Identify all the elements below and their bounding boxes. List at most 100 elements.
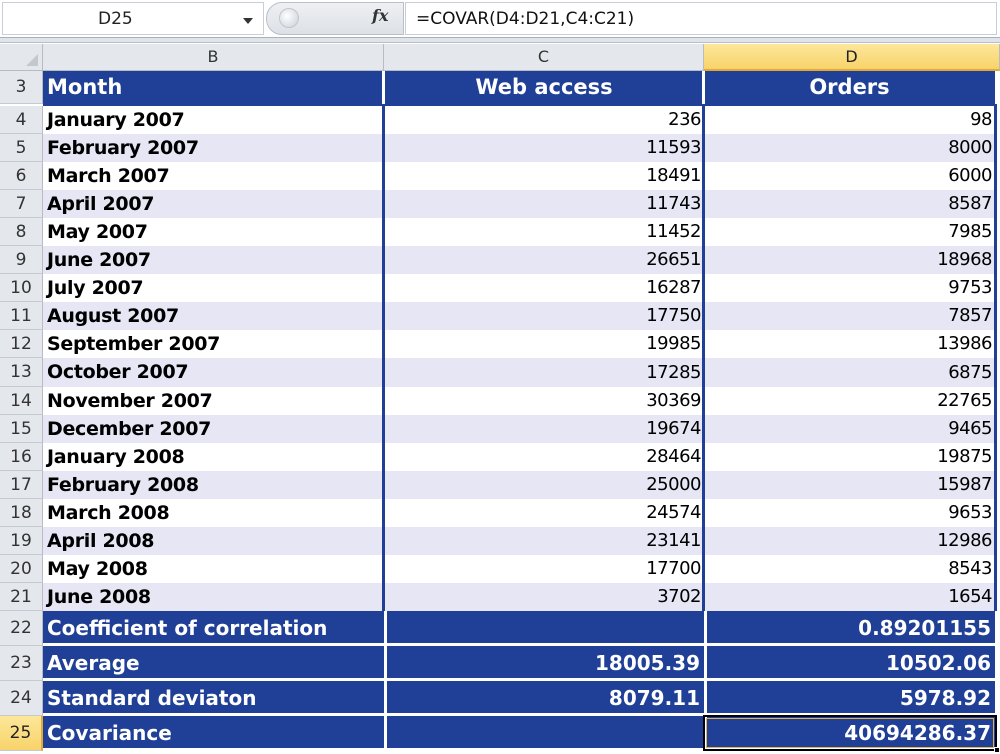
row-header[interactable]: 3 bbox=[0, 71, 43, 104]
row-header[interactable]: 15 bbox=[0, 415, 43, 443]
stat-web-access[interactable]: 8079.11 bbox=[384, 681, 704, 716]
row-header[interactable]: 20 bbox=[0, 555, 43, 583]
cell-month[interactable]: February 2008 bbox=[43, 471, 384, 499]
cell-month[interactable]: July 2007 bbox=[43, 274, 384, 302]
cell-month[interactable]: January 2008 bbox=[43, 443, 384, 471]
column-header-d[interactable]: D bbox=[704, 44, 1000, 71]
cell-web-access[interactable]: 17750 bbox=[384, 302, 704, 330]
cell-orders[interactable]: 98 bbox=[704, 106, 995, 134]
cell-month[interactable]: September 2007 bbox=[43, 330, 384, 358]
cell-web-access[interactable]: 25000 bbox=[384, 471, 704, 499]
cell-orders[interactable]: 18968 bbox=[704, 246, 995, 274]
row-header[interactable]: 6 bbox=[0, 162, 43, 190]
stat-orders[interactable]: 5978.92 bbox=[704, 681, 995, 716]
cell-web-access[interactable]: 24574 bbox=[384, 499, 704, 527]
cell-month[interactable]: August 2007 bbox=[43, 302, 384, 330]
cell-month[interactable]: April 2007 bbox=[43, 190, 384, 218]
stat-web-access[interactable] bbox=[384, 611, 704, 646]
stat-label[interactable]: Covariance bbox=[43, 716, 384, 751]
cell-web-access[interactable]: 11593 bbox=[384, 134, 704, 162]
stat-label[interactable]: Coefficient of correlation bbox=[43, 611, 384, 646]
row-header[interactable]: 25 bbox=[0, 716, 43, 751]
cell-orders[interactable]: 9653 bbox=[704, 499, 995, 527]
cell-web-access[interactable]: 17700 bbox=[384, 555, 704, 583]
row-header[interactable]: 22 bbox=[0, 611, 43, 646]
stat-label[interactable]: Standard deviaton bbox=[43, 681, 384, 716]
cell-orders[interactable]: 22765 bbox=[704, 387, 995, 415]
cell-month[interactable]: April 2008 bbox=[43, 527, 384, 555]
cell-orders[interactable]: 9753 bbox=[704, 274, 995, 302]
cell-orders[interactable]: 8000 bbox=[704, 134, 995, 162]
cell-orders[interactable]: 1654 bbox=[704, 583, 995, 611]
cell-web-access[interactable]: 19674 bbox=[384, 415, 704, 443]
row-header[interactable]: 5 bbox=[0, 134, 43, 162]
fill-handle[interactable] bbox=[994, 747, 1000, 753]
row-header[interactable]: 19 bbox=[0, 527, 43, 555]
row-header[interactable]: 17 bbox=[0, 471, 43, 499]
cell-web-access[interactable]: 236 bbox=[384, 106, 704, 134]
stat-orders[interactable]: 0.89201155 bbox=[704, 611, 995, 646]
cell-month[interactable]: May 2008 bbox=[43, 555, 384, 583]
row-header[interactable]: 14 bbox=[0, 387, 43, 415]
row-header[interactable]: 10 bbox=[0, 274, 43, 302]
cell-orders[interactable]: 19875 bbox=[704, 443, 995, 471]
chevron-down-icon[interactable] bbox=[243, 18, 253, 24]
cell-web-access[interactable]: 16287 bbox=[384, 274, 704, 302]
cell-orders[interactable]: 7857 bbox=[704, 302, 995, 330]
stat-label[interactable]: Average bbox=[43, 646, 384, 681]
splitter-handle-icon[interactable] bbox=[279, 8, 299, 28]
cell-web-access[interactable]: 11452 bbox=[384, 218, 704, 246]
cell-orders[interactable]: 13986 bbox=[704, 330, 995, 358]
cell-web-access[interactable]: 19985 bbox=[384, 330, 704, 358]
cell-month[interactable]: November 2007 bbox=[43, 387, 384, 415]
stat-web-access[interactable]: 18005.39 bbox=[384, 646, 704, 681]
cell-month[interactable]: December 2007 bbox=[43, 415, 384, 443]
row-header[interactable]: 23 bbox=[0, 646, 43, 681]
stat-web-access[interactable] bbox=[384, 716, 704, 751]
cell-web-access[interactable]: 28464 bbox=[384, 443, 704, 471]
header-cell-orders[interactable]: Orders bbox=[704, 71, 995, 104]
cell-web-access[interactable]: 3702 bbox=[384, 583, 704, 611]
insert-function-icon[interactable]: fx bbox=[372, 6, 388, 25]
row-header[interactable]: 13 bbox=[0, 358, 43, 387]
cell-orders[interactable]: 6000 bbox=[704, 162, 995, 190]
cell-web-access[interactable]: 18491 bbox=[384, 162, 704, 190]
cell-web-access[interactable]: 26651 bbox=[384, 246, 704, 274]
cell-orders[interactable]: 6875 bbox=[704, 358, 995, 387]
cell-web-access[interactable]: 11743 bbox=[384, 190, 704, 218]
row-header[interactable]: 8 bbox=[0, 218, 43, 246]
row-header[interactable]: 18 bbox=[0, 499, 43, 527]
cell-orders[interactable]: 8587 bbox=[704, 190, 995, 218]
column-header-c[interactable]: C bbox=[384, 44, 704, 71]
header-cell-month[interactable]: Month bbox=[43, 71, 384, 104]
cell-orders[interactable]: 12986 bbox=[704, 527, 995, 555]
row-header[interactable]: 9 bbox=[0, 246, 43, 274]
cell-month[interactable]: January 2007 bbox=[43, 106, 384, 134]
cell-month[interactable]: October 2007 bbox=[43, 358, 384, 387]
column-header-b[interactable]: B bbox=[43, 44, 384, 71]
cell-web-access[interactable]: 23141 bbox=[384, 527, 704, 555]
cell-month[interactable]: May 2007 bbox=[43, 218, 384, 246]
cell-month[interactable]: June 2008 bbox=[43, 583, 384, 611]
cell-month[interactable]: February 2007 bbox=[43, 134, 384, 162]
row-header[interactable]: 4 bbox=[0, 106, 43, 134]
name-box[interactable]: D25 bbox=[2, 2, 264, 35]
formula-input[interactable]: =COVAR(D4:D21,C4:C21) bbox=[405, 2, 997, 35]
cell-web-access[interactable]: 17285 bbox=[384, 358, 704, 387]
cell-orders[interactable]: 7985 bbox=[704, 218, 995, 246]
row-header[interactable]: 24 bbox=[0, 681, 43, 716]
stat-orders[interactable]: 10502.06 bbox=[704, 646, 995, 681]
row-header[interactable]: 7 bbox=[0, 190, 43, 218]
cell-month[interactable]: March 2008 bbox=[43, 499, 384, 527]
header-cell-web-access[interactable]: Web access bbox=[384, 71, 704, 104]
cell-month[interactable]: March 2007 bbox=[43, 162, 384, 190]
cell-orders[interactable]: 9465 bbox=[704, 415, 995, 443]
cell-orders[interactable]: 8543 bbox=[704, 555, 995, 583]
select-all-corner[interactable] bbox=[0, 44, 43, 71]
row-header[interactable]: 21 bbox=[0, 583, 43, 611]
cell-orders[interactable]: 15987 bbox=[704, 471, 995, 499]
cell-month[interactable]: June 2007 bbox=[43, 246, 384, 274]
row-header[interactable]: 12 bbox=[0, 330, 43, 358]
cell-web-access[interactable]: 30369 bbox=[384, 387, 704, 415]
row-header[interactable]: 16 bbox=[0, 443, 43, 471]
